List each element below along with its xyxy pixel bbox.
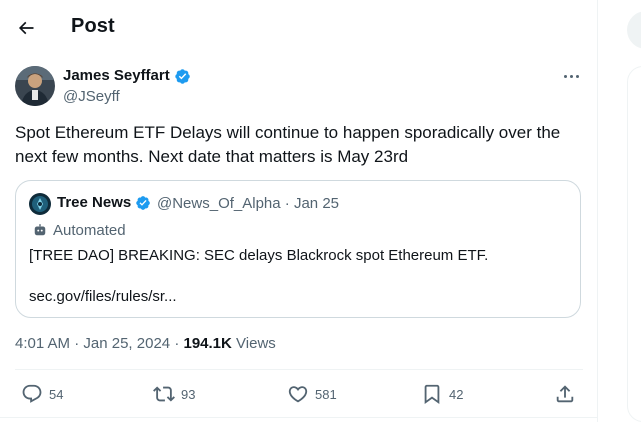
search-bar[interactable] — [627, 11, 641, 49]
tweet-metadata: 4:01 AM · Jan 25, 2024 · 194.1K Views — [15, 335, 276, 352]
share-icon — [556, 385, 574, 403]
author-handle[interactable]: @JSeyff — [63, 88, 120, 105]
top-bar: Post — [0, 0, 598, 56]
quote-meta: @News_Of_Alpha · Jan 25 — [157, 195, 339, 212]
author-name[interactable]: James Seyffart — [63, 67, 170, 84]
quote-separator: · — [284, 195, 290, 212]
back-arrow-icon — [18, 21, 34, 35]
automated-label: Automated — [53, 222, 126, 239]
tweet-time[interactable]: 4:01 AM — [15, 335, 70, 352]
bookmark-button[interactable]: 42 — [421, 383, 463, 405]
like-icon — [288, 386, 308, 403]
divider — [15, 369, 583, 370]
reply-button[interactable]: 54 — [21, 383, 63, 405]
quote-link[interactable]: sec.gov/files/rules/sr... — [29, 288, 177, 305]
tweet-text: Spot Ethereum ETF Delays will continue t… — [15, 123, 561, 166]
more-icon — [563, 74, 567, 78]
more-options-button[interactable] — [556, 66, 586, 86]
reply-count: 54 — [49, 386, 64, 402]
views-label: Views — [236, 335, 276, 352]
quote-author-name[interactable]: Tree News — [57, 194, 131, 211]
like-button[interactable]: 581 — [287, 383, 337, 405]
author-avatar[interactable] — [15, 66, 55, 106]
sidebar-card — [627, 66, 641, 422]
quoted-tweet[interactable]: Tree News @News_Of_Alpha · Jan 25 Automa… — [15, 180, 581, 318]
bookmark-icon — [424, 384, 440, 405]
repost-icon — [153, 386, 175, 402]
quote-author-handle[interactable]: @News_Of_Alpha — [157, 195, 281, 212]
tweet-date[interactable]: Jan 25, 2024 — [83, 335, 170, 352]
reply-icon — [22, 384, 42, 403]
right-sidebar — [599, 0, 641, 422]
share-button[interactable] — [554, 383, 576, 405]
views-separator: · — [174, 335, 180, 352]
views-count: 194.1K — [183, 335, 232, 352]
repost-count: 93 — [181, 386, 196, 402]
repost-button[interactable]: 93 — [153, 383, 195, 405]
like-count: 581 — [315, 386, 337, 402]
quote-author-avatar[interactable] — [29, 193, 51, 215]
quote-text: [TREE DAO] BREAKING: SEC delays Blackroc… — [29, 247, 489, 264]
back-button[interactable] — [8, 10, 44, 46]
time-separator: · — [74, 335, 80, 352]
post-column: Post James Seyffart @JSeyff Spot Ethereu… — [0, 0, 598, 422]
quote-date[interactable]: Jan 25 — [294, 195, 339, 212]
verified-badge-icon — [175, 69, 190, 84]
bookmark-count: 42 — [449, 386, 464, 402]
divider — [0, 417, 598, 418]
page-title: Post — [71, 15, 115, 37]
bot-icon — [34, 224, 46, 236]
action-bar: 54 93 581 42 — [0, 380, 598, 410]
verified-badge-icon — [136, 196, 150, 210]
